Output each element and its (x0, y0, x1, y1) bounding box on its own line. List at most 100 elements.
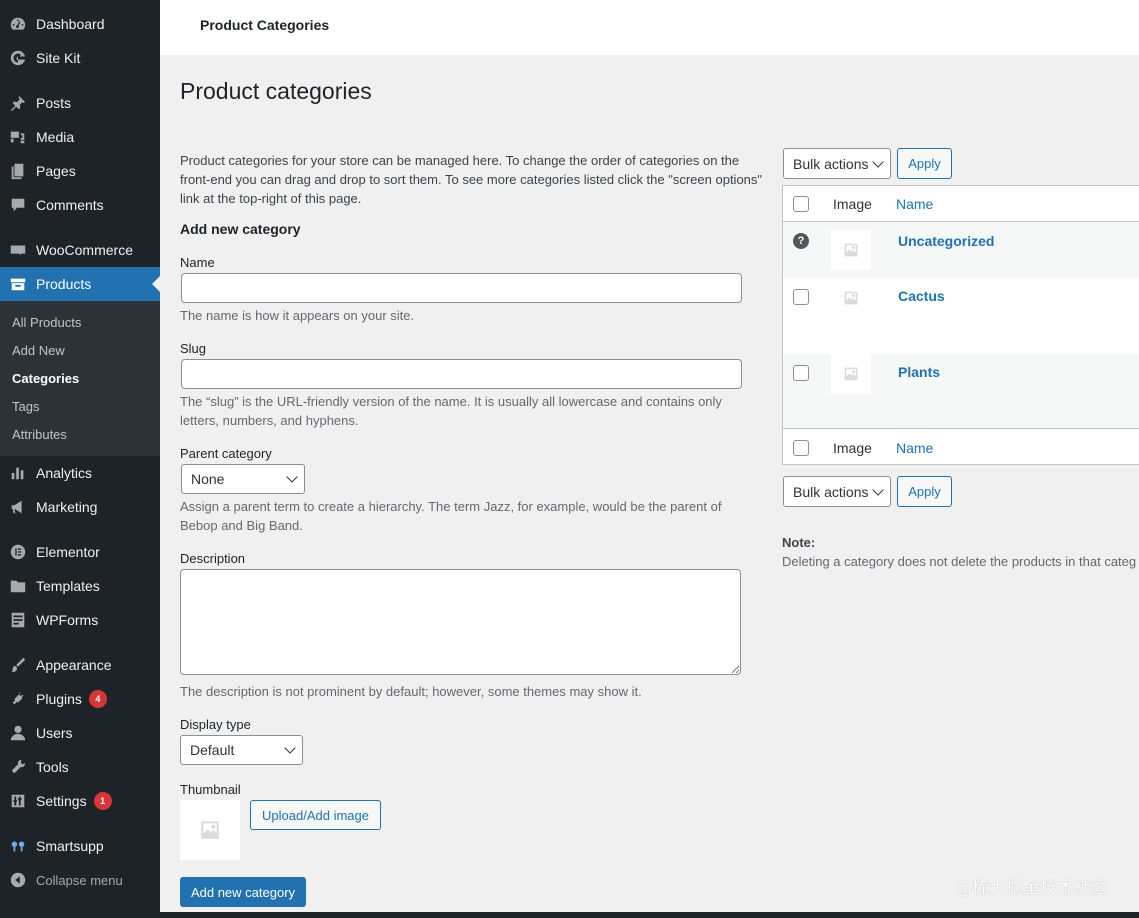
apply-button-bottom[interactable]: Apply (897, 476, 952, 507)
select-all-checkbox-footer[interactable] (793, 440, 809, 456)
parent-help: Assign a parent term to create a hierarc… (180, 499, 722, 533)
menu-plugins[interactable]: Plugins 4 (0, 682, 160, 716)
menu-marketing[interactable]: Marketing (0, 490, 160, 524)
bar-chart-icon (0, 464, 36, 482)
menu-label: Site Kit (36, 50, 81, 66)
paintbrush-icon (0, 656, 36, 674)
collapse-icon (0, 871, 36, 889)
user-icon (0, 724, 36, 742)
dashboard-icon (0, 15, 36, 33)
menu-users[interactable]: Users (0, 716, 160, 750)
pin-icon (0, 94, 36, 112)
page-title: Product categories (180, 78, 372, 104)
menu-media[interactable]: Media (0, 120, 160, 154)
submenu-all-products[interactable]: All Products (12, 315, 81, 330)
category-name-link[interactable]: Plants (898, 364, 940, 380)
select-all-checkbox[interactable] (793, 196, 809, 212)
menu-tools[interactable]: Tools (0, 750, 160, 784)
submenu-attributes[interactable]: Attributes (12, 427, 67, 442)
menu-wpforms[interactable]: WPForms (0, 603, 160, 637)
thumbnail-placeholder (180, 800, 240, 860)
menu-templates[interactable]: Templates (0, 569, 160, 603)
products-submenu: All Products Add New Categories Tags Att… (0, 301, 160, 456)
category-name-link[interactable]: Cactus (898, 288, 945, 304)
menu-label: Plugins (36, 691, 82, 707)
image-placeholder-icon (844, 367, 858, 381)
menu-woocommerce[interactable]: WooCommerce (0, 233, 160, 267)
collapse-menu-button[interactable]: Collapse menu (0, 863, 160, 897)
submenu-tags[interactable]: Tags (12, 399, 39, 414)
add-new-category-button[interactable]: Add new category (180, 877, 306, 907)
archive-icon (0, 275, 36, 293)
bulk-actions-select-top[interactable]: Bulk actions (783, 148, 891, 179)
image-placeholder-icon (844, 291, 858, 305)
chevron-down-icon (286, 471, 298, 483)
menu-analytics[interactable]: Analytics (0, 456, 160, 490)
menu-appearance[interactable]: Appearance (0, 648, 160, 682)
woocommerce-icon (0, 241, 36, 259)
media-icon (0, 128, 36, 146)
table-footer-row: Image Name (783, 430, 1139, 466)
chevron-down-icon (284, 742, 296, 754)
thumbnail-label: Thumbnail (180, 782, 241, 797)
menu-posts[interactable]: Posts (0, 86, 160, 120)
parent-category-select[interactable]: None (181, 464, 305, 494)
site-kit-icon (0, 49, 36, 67)
display-type-value: Default (190, 742, 235, 758)
description-label: Description (180, 551, 246, 566)
megaphone-icon (0, 498, 36, 516)
display-type-select[interactable]: Default (180, 735, 303, 765)
menu-settings[interactable]: Settings 1 (0, 784, 160, 818)
description-help: The description is not prominent by defa… (180, 684, 642, 699)
menu-comments[interactable]: Comments (0, 188, 160, 222)
menu-label: Elementor (36, 544, 100, 560)
menu-dashboard[interactable]: Dashboard (0, 7, 160, 41)
wrench-icon (0, 758, 36, 776)
taskbar-strip (0, 912, 1139, 918)
menu-label: Posts (36, 95, 72, 111)
menu-label: Appearance (36, 657, 112, 673)
slug-input[interactable] (181, 359, 742, 389)
row-checkbox[interactable] (793, 365, 809, 381)
menu-label: Media (36, 129, 75, 145)
menu-smartsupp[interactable]: Smartsupp (0, 829, 160, 863)
menu-site-kit[interactable]: Site Kit (0, 41, 160, 75)
category-name-link[interactable]: Uncategorized (898, 233, 994, 249)
category-thumbnail (831, 278, 871, 318)
menu-elementor[interactable]: Elementor (0, 535, 160, 569)
bulk-actions-value: Bulk actions (793, 483, 869, 500)
slug-help: The “slug” is the URL-friendly version o… (180, 394, 722, 428)
admin-sidebar: Dashboard Site Kit Posts Media Pages Com… (0, 0, 160, 918)
upload-image-button[interactable]: Upload/Add image (250, 800, 381, 830)
menu-label: Users (36, 725, 73, 741)
description-textarea[interactable] (180, 569, 741, 675)
menu-label: Settings (36, 793, 87, 809)
header-title: Product Categories (200, 17, 330, 33)
table-row: Plants (783, 354, 1139, 429)
name-input[interactable] (181, 273, 742, 303)
apply-button-top[interactable]: Apply (897, 148, 952, 179)
add-category-heading: Add new category (180, 221, 301, 237)
category-thumbnail (831, 354, 871, 394)
form-icon (0, 611, 36, 629)
menu-label: Dashboard (36, 16, 105, 32)
row-checkbox[interactable] (793, 289, 809, 305)
pages-icon (0, 162, 36, 180)
column-name-sort[interactable]: Name (896, 440, 933, 456)
menu-products[interactable]: Products (0, 267, 160, 301)
note-title: Note: (782, 535, 816, 550)
watermark: @稀土掘金技术社区 (955, 878, 1108, 898)
submenu-categories[interactable]: Categories (12, 371, 79, 386)
column-image: Image (833, 196, 872, 212)
menu-label: Tools (36, 759, 69, 775)
image-placeholder-icon (201, 821, 219, 839)
menu-label: Analytics (36, 465, 93, 481)
plugins-update-badge: 4 (88, 690, 107, 708)
table-row: Cactus (783, 278, 1139, 354)
menu-label: WooCommerce (36, 242, 133, 258)
help-icon: ? (793, 233, 809, 249)
submenu-add-new[interactable]: Add New (12, 343, 65, 358)
bulk-actions-select-bottom[interactable]: Bulk actions (783, 476, 891, 507)
menu-pages[interactable]: Pages (0, 154, 160, 188)
column-name-sort[interactable]: Name (896, 196, 933, 212)
